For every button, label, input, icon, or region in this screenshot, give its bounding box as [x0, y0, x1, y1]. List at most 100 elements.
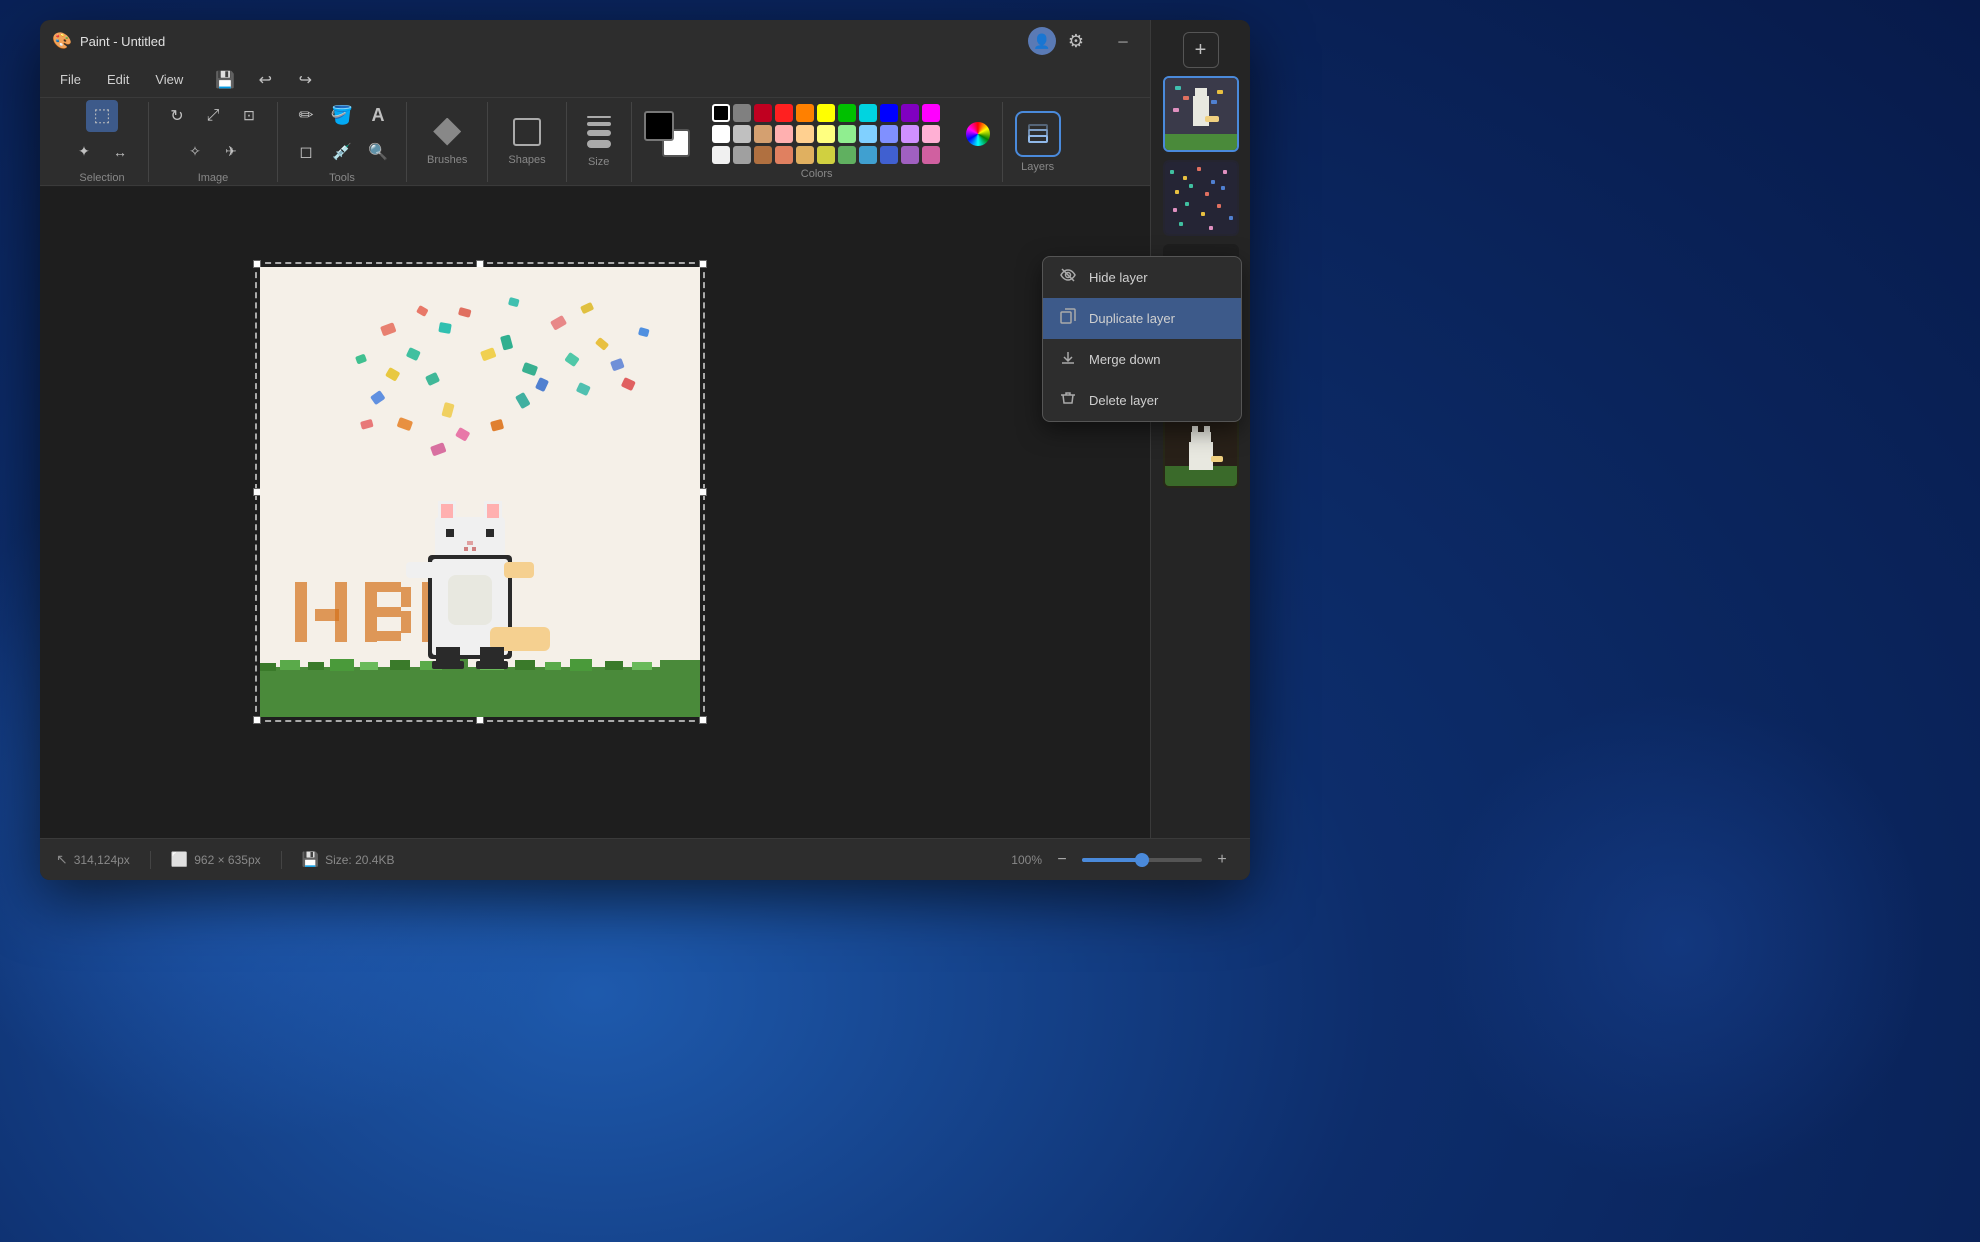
color-red[interactable] — [775, 104, 793, 122]
color-selector — [644, 111, 690, 157]
primary-color[interactable] — [644, 111, 674, 141]
text-tool[interactable]: A — [362, 100, 394, 132]
handle-midright[interactable] — [699, 488, 707, 496]
color-lavender[interactable] — [901, 125, 919, 143]
resize-tool[interactable]: ⤢ — [197, 100, 229, 132]
context-menu: Hide layer Duplicate layer Merge down — [1042, 256, 1242, 422]
color-lightgray[interactable] — [733, 125, 751, 143]
color-black[interactable] — [712, 104, 730, 122]
color-darkred[interactable] — [754, 104, 772, 122]
color-rose[interactable] — [922, 125, 940, 143]
brushes-group: Brushes — [407, 102, 488, 182]
color-blue[interactable] — [880, 104, 898, 122]
color-row-3 — [712, 146, 940, 164]
handle-botmid[interactable] — [476, 716, 484, 724]
merge-down-label: Merge down — [1089, 352, 1161, 367]
color-orange[interactable] — [796, 104, 814, 122]
shape-rect[interactable] — [513, 118, 541, 146]
menu-edit[interactable]: Edit — [95, 68, 141, 91]
zoom-out-button[interactable]: − — [1050, 848, 1074, 872]
color-brown[interactable] — [754, 146, 772, 164]
eraser-tool[interactable]: ◻ — [290, 136, 322, 168]
color-olive[interactable] — [817, 146, 835, 164]
color-periwinkle[interactable] — [880, 125, 898, 143]
selection-tools-row2: ✦ ↔ — [68, 136, 136, 168]
colors-group: Colors — [632, 102, 1003, 182]
zoom-slider[interactable] — [1082, 858, 1202, 862]
color-spectrum-swatch[interactable] — [966, 122, 990, 146]
add-layer-button[interactable]: + — [1183, 32, 1219, 68]
select-rect-tool[interactable]: ⬚ — [86, 100, 118, 132]
colors-label: Colors — [801, 168, 833, 180]
redo-button[interactable]: ↪ — [289, 64, 321, 96]
fill-tool[interactable]: 🪣 — [326, 100, 358, 132]
save-button[interactable]: 💾 — [209, 64, 241, 96]
color-peach[interactable] — [796, 125, 814, 143]
layer-item-2[interactable] — [1163, 160, 1239, 236]
handle-botright[interactable] — [699, 716, 707, 724]
minimize-button[interactable]: ─ — [1100, 25, 1146, 57]
brush-shape[interactable] — [433, 118, 461, 146]
color-cobalt[interactable] — [880, 146, 898, 164]
color-hotpink[interactable] — [922, 146, 940, 164]
context-menu-hide[interactable]: Hide layer — [1043, 257, 1241, 298]
pencil-tool[interactable]: ✏ — [290, 100, 322, 132]
layer-1-preview — [1165, 78, 1237, 150]
color-gray[interactable] — [733, 104, 751, 122]
color-cyan[interactable] — [859, 104, 877, 122]
color-magenta[interactable] — [922, 104, 940, 122]
magic-wand-tool[interactable]: ✧ — [179, 136, 211, 168]
zoom-in-button[interactable]: + — [1210, 848, 1234, 872]
cursor-position: 314,124px — [74, 853, 130, 867]
context-menu-duplicate[interactable]: Duplicate layer — [1043, 298, 1241, 339]
handle-botleft[interactable] — [253, 716, 261, 724]
color-lightgreen[interactable] — [838, 125, 856, 143]
menu-view[interactable]: View — [143, 68, 195, 91]
statusbar: ↖ 314,124px ⬜ 962 × 635px 💾 Size: 20.4KB… — [40, 838, 1250, 880]
color-white[interactable] — [712, 125, 730, 143]
zoom-level: 100% — [1011, 853, 1042, 867]
layers-button[interactable] — [1015, 111, 1061, 157]
color-lightpink[interactable] — [775, 125, 793, 143]
color-green[interactable] — [838, 104, 856, 122]
tools-row2: ◻ 💉 🔍 — [290, 136, 394, 168]
select-overlay-tool[interactable]: ⊡ — [233, 100, 265, 132]
brushes-label: Brushes — [427, 154, 467, 166]
selection-group: ⬚ ✦ ↔ Selection — [56, 102, 149, 182]
color-salmon[interactable] — [775, 146, 793, 164]
undo-button[interactable]: ↩ — [249, 64, 281, 96]
menu-file[interactable]: File — [48, 68, 93, 91]
move-tool[interactable]: ✈ — [215, 136, 247, 168]
layer-item-5[interactable] — [1163, 412, 1239, 488]
color-gold[interactable] — [796, 146, 814, 164]
shapes-label: Shapes — [508, 154, 545, 166]
canvas-size-wrapper: ⬜ 962 × 635px — [171, 851, 261, 868]
context-menu-delete[interactable]: Delete layer — [1043, 380, 1241, 421]
layers-panel: + — [1150, 20, 1250, 880]
color-medgray[interactable] — [733, 146, 751, 164]
invert-tool[interactable]: ↔ — [104, 136, 136, 168]
context-menu-merge[interactable]: Merge down — [1043, 339, 1241, 380]
select-free-tool[interactable]: ✦ — [68, 136, 100, 168]
color-pick-tool[interactable]: 💉 — [326, 136, 358, 168]
rotate-tool[interactable]: ↻ — [161, 100, 193, 132]
color-lightyellow[interactable] — [817, 125, 835, 143]
zoom-slider-thumb[interactable] — [1135, 853, 1149, 867]
color-yellow[interactable] — [817, 104, 835, 122]
color-medblue[interactable] — [859, 146, 877, 164]
color-tan[interactable] — [754, 125, 772, 143]
color-nearwhite[interactable] — [712, 146, 730, 164]
color-lightblue[interactable] — [859, 125, 877, 143]
zoom-control: 100% − + — [1011, 848, 1234, 872]
handle-topright[interactable] — [699, 260, 707, 268]
color-medgreen[interactable] — [838, 146, 856, 164]
layer-5-preview — [1165, 414, 1237, 486]
user-avatar[interactable]: 👤 — [1028, 27, 1056, 55]
pixel-canvas[interactable] — [260, 267, 700, 717]
canvas-size-icon: ⬜ — [171, 851, 188, 868]
magnify-tool[interactable]: 🔍 — [362, 136, 394, 168]
settings-icon[interactable]: ⚙ — [1068, 31, 1084, 52]
color-purple[interactable] — [901, 104, 919, 122]
layer-item-1[interactable] — [1163, 76, 1239, 152]
color-violet[interactable] — [901, 146, 919, 164]
